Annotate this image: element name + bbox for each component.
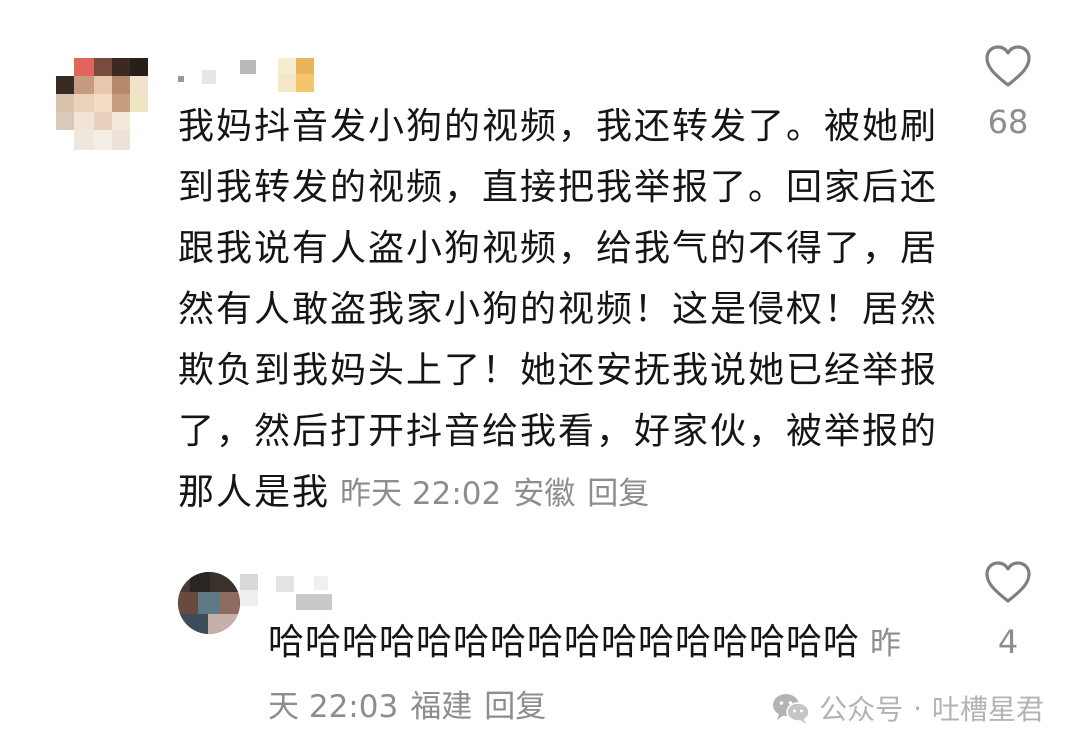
like-count: 4 [997, 623, 1019, 661]
heart-outline-icon[interactable] [984, 44, 1032, 88]
watermark-account: 吐槽星君 [931, 693, 1044, 726]
watermark: 公众号 · 吐槽星君 [771, 688, 1044, 728]
like-control: 68 [968, 44, 1048, 142]
reply-button[interactable]: 回复 [484, 689, 546, 725]
avatar[interactable] [178, 572, 240, 634]
comment-location: 福建 [410, 689, 473, 725]
comment-text: 我妈抖音发小狗的视频，我还转发了。被她刷到我转发的视频，直接把我举报了。回家后还… [178, 106, 939, 513]
heart-outline-icon[interactable] [984, 560, 1032, 604]
comment-text: 哈哈哈哈哈哈哈哈哈哈哈哈哈哈哈哈 [268, 622, 861, 663]
comment-time: 昨天 22:02 [340, 476, 502, 512]
avatar[interactable] [56, 58, 148, 150]
watermark-platform: 公众号 [819, 693, 904, 726]
wechat-icon [773, 694, 810, 724]
like-count: 68 [987, 103, 1029, 141]
comment-body: 我妈抖音发小狗的视频，我还转发了。被她刷到我转发的视频，直接把我举报了。回家后还… [178, 96, 938, 525]
reply-button[interactable]: 回复 [587, 476, 649, 512]
username-redacted [240, 570, 350, 614]
comment-meta: 昨天 22:02 安徽 回复 [340, 476, 649, 512]
like-control: 4 [968, 560, 1048, 662]
username-redacted [178, 56, 318, 96]
watermark-separator: · [913, 691, 922, 725]
comment-location: 安徽 [513, 476, 576, 512]
